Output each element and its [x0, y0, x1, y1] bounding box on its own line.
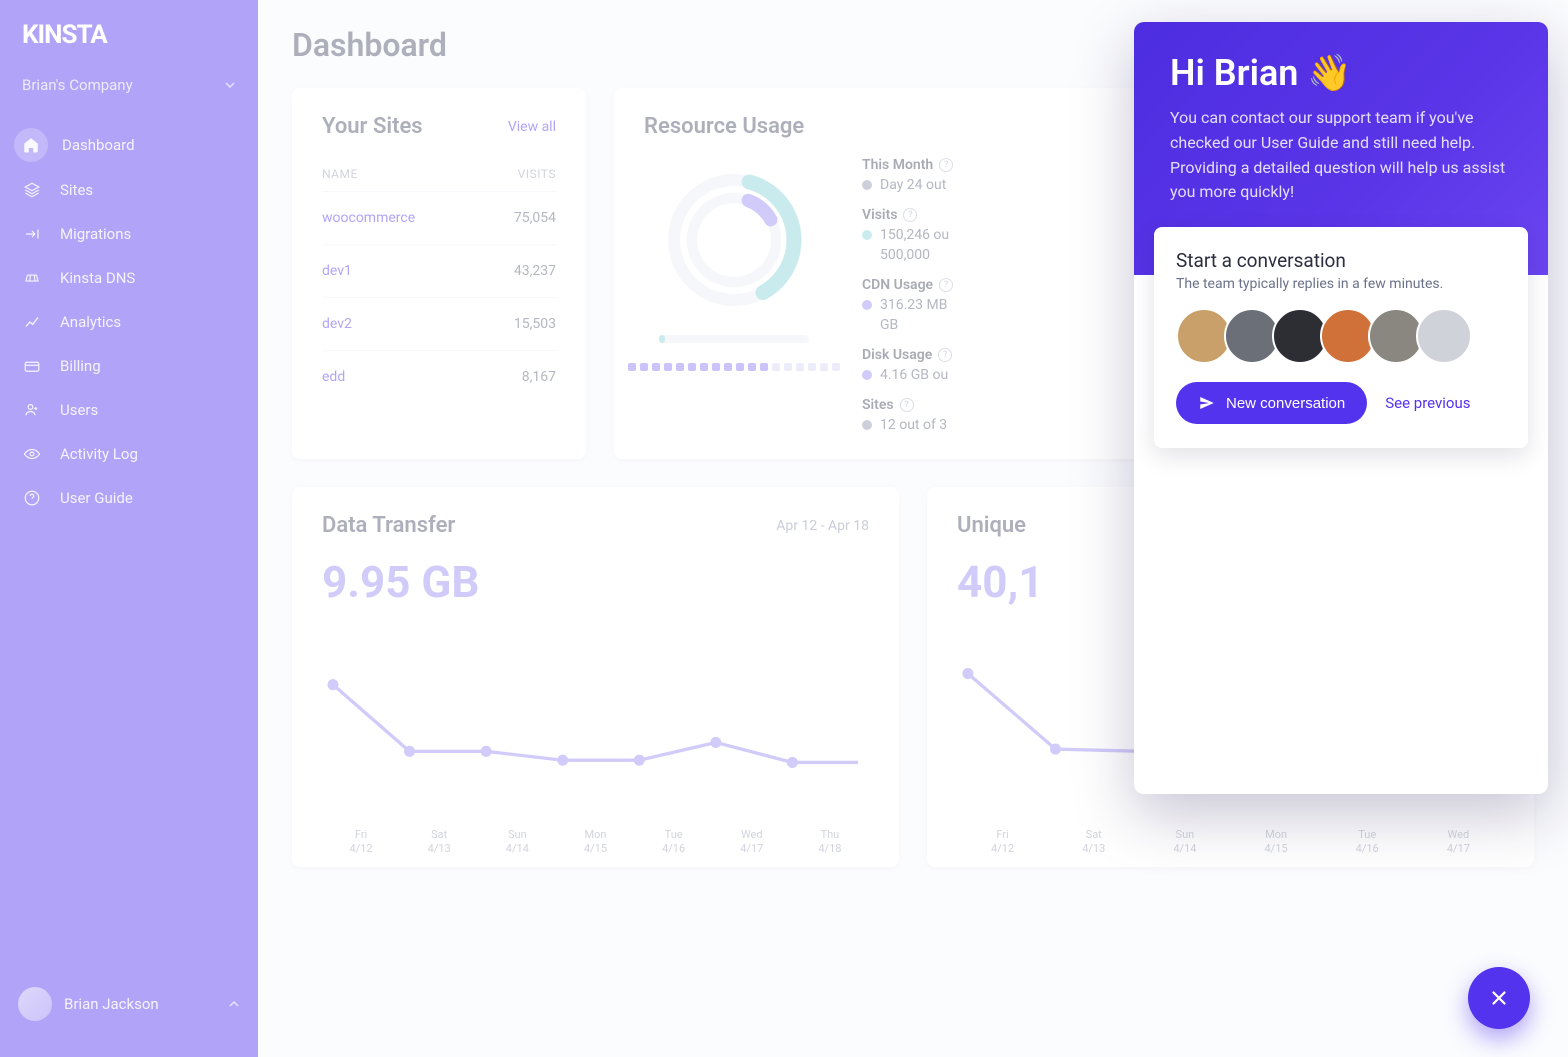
nav-item-sites[interactable]: Sites [0, 168, 258, 212]
help-tooltip-icon[interactable]: ? [939, 278, 953, 292]
company-name: Brian's Company [22, 76, 133, 94]
view-all-link[interactable]: View all [508, 119, 556, 135]
data-transfer-title: Data Transfer [322, 513, 455, 538]
nav-label: Billing [60, 357, 101, 375]
col-name: NAME [322, 167, 358, 181]
help-tooltip-icon[interactable]: ? [938, 348, 952, 362]
close-icon [1488, 987, 1510, 1009]
nav-label: Dashboard [62, 136, 135, 154]
axis-label: Wed4/17 [740, 828, 763, 857]
data-transfer-chart [322, 618, 869, 818]
table-row[interactable]: dev1 43,237 [322, 245, 556, 298]
axis-label: Mon4/15 [584, 828, 607, 857]
site-name: dev2 [322, 316, 352, 332]
nav-item-dashboard[interactable]: Dashboard [0, 122, 258, 168]
company-selector[interactable]: Brian's Company [0, 64, 258, 114]
sidebar-user[interactable]: Brian Jackson [0, 971, 258, 1037]
site-name: dev1 [322, 263, 352, 279]
see-previous-link[interactable]: See previous [1385, 394, 1470, 412]
nav-label: User Guide [60, 489, 133, 507]
nav-item-user-guide[interactable]: User Guide [0, 476, 258, 520]
data-transfer-card: Data Transfer Apr 12 - Apr 18 9.95 GB Fr… [292, 487, 899, 867]
site-visits: 75,054 [514, 210, 556, 226]
site-name: edd [322, 369, 345, 385]
nav-label: Sites [60, 181, 93, 199]
chat-start-title: Start a conversation [1176, 249, 1506, 272]
date-range: Apr 12 - Apr 18 [776, 518, 869, 534]
nav-label: Migrations [60, 225, 131, 243]
site-visits: 43,237 [514, 263, 556, 279]
nav: Dashboard Sites Migrations Kinsta DNS Analyt… [0, 114, 258, 971]
nav-item-activity-log[interactable]: Activity Log [0, 432, 258, 476]
site-visits: 15,503 [514, 316, 556, 332]
user-avatar [18, 987, 52, 1021]
support-avatar [1416, 308, 1472, 364]
chevron-up-icon [228, 998, 240, 1010]
migration-icon [22, 224, 42, 244]
send-icon [1198, 394, 1216, 412]
axis-label: Mon4/15 [1265, 828, 1288, 857]
new-conversation-button[interactable]: New conversation [1176, 382, 1367, 424]
axis-label: Tue4/16 [662, 828, 685, 857]
layers-icon [22, 180, 42, 200]
nav-item-billing[interactable]: Billing [0, 344, 258, 388]
nav-label: Analytics [60, 313, 121, 331]
table-row[interactable]: woocommerce 75,054 [322, 192, 556, 245]
resource-bar [659, 335, 809, 343]
resource-card-title: Resource Usage [644, 114, 804, 139]
nav-item-migrations[interactable]: Migrations [0, 212, 258, 256]
new-conversation-label: New conversation [1226, 395, 1345, 412]
axis-label: Thu4/18 [818, 828, 841, 857]
axis-label: Sun4/14 [1173, 828, 1196, 857]
axis-label: Sun4/14 [506, 828, 529, 857]
support-avatars [1176, 308, 1506, 364]
sidebar: KINSTA Brian's Company Dashboard Sites Mig… [0, 0, 258, 1057]
table-row[interactable]: dev2 15,503 [322, 298, 556, 351]
help-tooltip-icon[interactable]: ? [939, 158, 953, 172]
axis-label: Tue4/16 [1356, 828, 1379, 857]
table-row[interactable]: edd 8,167 [322, 351, 556, 403]
nav-item-analytics[interactable]: Analytics [0, 300, 258, 344]
resource-dots [628, 363, 840, 371]
chat-close-button[interactable] [1468, 967, 1530, 1029]
help-icon [22, 488, 42, 508]
axis-label: Wed4/17 [1447, 828, 1470, 857]
help-tooltip-icon[interactable]: ? [903, 208, 917, 222]
eye-icon [22, 444, 42, 464]
brand-logo: KINSTA [0, 20, 258, 64]
help-tooltip-icon[interactable]: ? [900, 398, 914, 412]
billing-icon [22, 356, 42, 376]
sites-card: Your Sites View all NAME VISITS woocomme… [292, 88, 586, 459]
axis-label: Fri4/12 [991, 828, 1014, 857]
unique-visits-title: Unique [957, 513, 1026, 538]
user-name: Brian Jackson [64, 995, 159, 1013]
site-visits: 8,167 [522, 369, 556, 385]
nav-item-users[interactable]: Users [0, 388, 258, 432]
dns-icon [22, 268, 42, 288]
chevron-down-icon [224, 79, 236, 91]
chat-start-card: Start a conversation The team typically … [1154, 227, 1528, 448]
chat-greeting: Hi Brian 👋 [1170, 52, 1512, 94]
sites-card-title: Your Sites [322, 114, 423, 139]
axis-label: Sat4/13 [428, 828, 451, 857]
users-icon [22, 400, 42, 420]
chat-description: You can contact our support team if you'… [1170, 106, 1512, 205]
nav-label: Users [60, 401, 98, 419]
nav-item-kinsta-dns[interactable]: Kinsta DNS [0, 256, 258, 300]
analytics-icon [22, 312, 42, 332]
nav-label: Activity Log [60, 445, 138, 463]
chat-reply-time: The team typically replies in a few minu… [1176, 276, 1506, 292]
home-icon [21, 135, 41, 155]
axis-label: Fri4/12 [350, 828, 373, 857]
col-visits: VISITS [518, 167, 556, 181]
site-name: woocommerce [322, 210, 415, 226]
support-chat-panel: Hi Brian 👋 You can contact our support t… [1134, 22, 1548, 794]
resource-donut-chart [659, 165, 809, 315]
nav-label: Kinsta DNS [60, 269, 135, 287]
data-transfer-value: 9.95 GB [322, 556, 869, 608]
axis-label: Sat4/13 [1082, 828, 1105, 857]
